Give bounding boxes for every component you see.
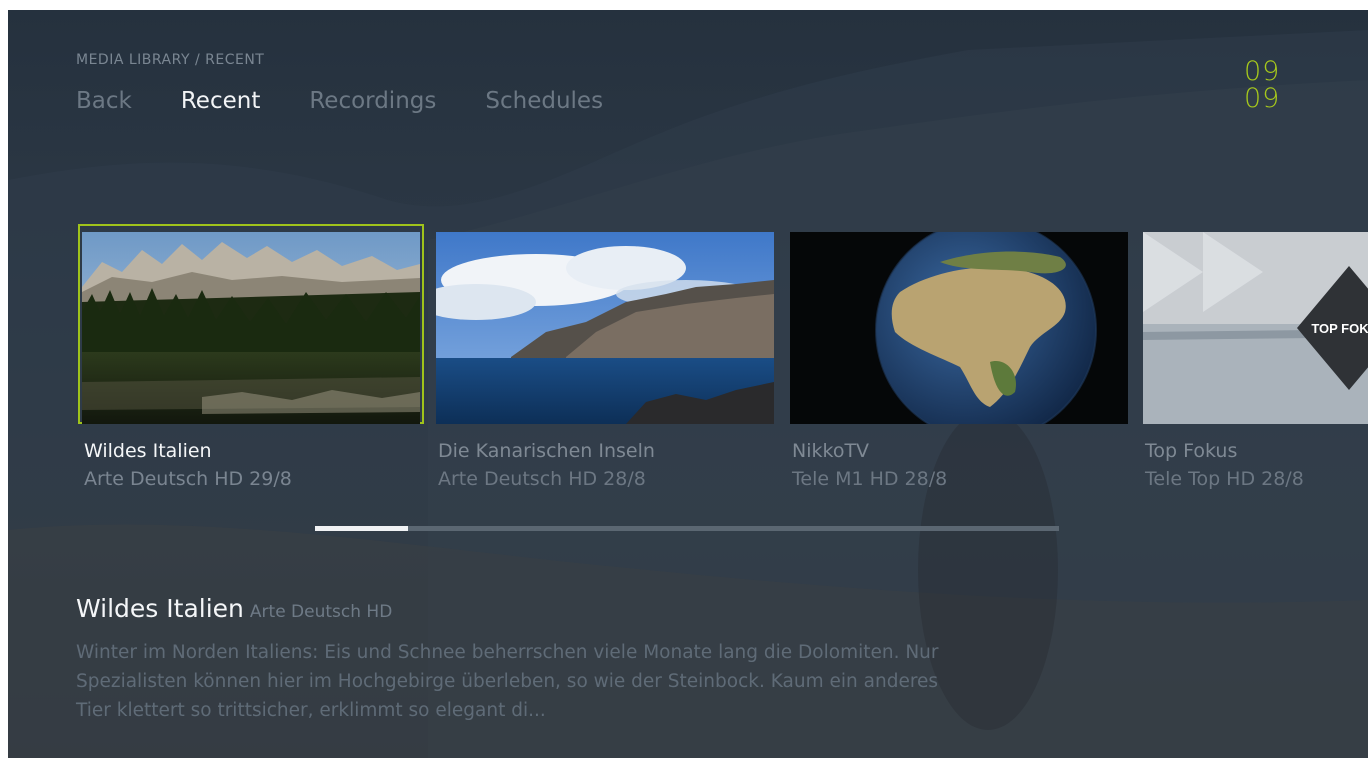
scroll-progress-bar [315,526,1059,531]
detail-header: Wildes Italien Arte Deutsch HD [76,594,392,623]
card-subtitle: Tele Top HD 28/8 [1145,468,1304,490]
clock-minutes: 09 [1244,83,1281,114]
card-title: Top Fokus [1145,440,1238,462]
detail-channel: Arte Deutsch HD [249,602,393,622]
card-title: Die Kanarischen Inseln [438,440,655,462]
thumbnail-mountain-lake [82,232,420,424]
clock: 09 09 [1244,58,1294,112]
top-fokus-logo-text: TOP FOKUS [1311,321,1368,336]
card-subtitle: Tele M1 HD 28/8 [792,468,948,490]
clock-hours: 09 [1244,56,1281,87]
thumbnail-coastal-cliffs [436,232,774,424]
tab-recordings[interactable]: Recordings [309,88,436,114]
card-title: NikkoTV [792,440,870,462]
tab-recent[interactable]: Recent [181,88,261,114]
scroll-progress-fill [315,526,408,531]
card-subtitle: Arte Deutsch HD 28/8 [438,468,646,490]
thumbnail-earth-globe [790,232,1128,424]
breadcrumb: MEDIA LIBRARY / RECENT [76,52,265,68]
thumbnail-top-fokus-logo: TOP FOKUS [1143,232,1368,424]
card-title: Wildes Italien [84,440,212,462]
tab-schedules[interactable]: Schedules [485,88,603,114]
nav-back[interactable]: Back [76,88,132,114]
top-navigation: Back Recent Recordings Schedules [76,88,652,114]
media-library-screen: MEDIA LIBRARY / RECENT Back Recent Recor… [8,10,1368,758]
card-subtitle: Arte Deutsch HD 29/8 [84,468,292,490]
detail-description: Winter im Norden Italiens: Eis und Schne… [76,642,939,721]
detail-title: Wildes Italien [76,594,244,623]
